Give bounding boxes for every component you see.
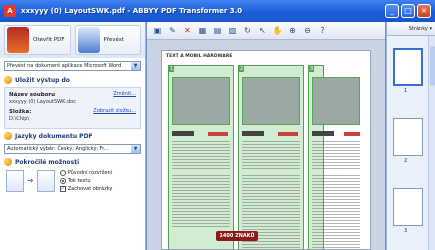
text-block [312,175,360,249]
language-section-header[interactable]: Jazyky dokumentu PDF [0,130,145,142]
option-original-label: Původní rozvržení [67,170,113,176]
convert-label: Převést [103,37,124,43]
open-pdf-button[interactable]: Otevřít PDF [4,25,71,55]
close-button[interactable]: × [417,4,431,18]
image-region[interactable] [172,77,230,125]
change-filename-link[interactable]: Změnit... [113,91,136,97]
image-area-icon[interactable]: ▨ [226,24,239,37]
checkbox-keep-images[interactable]: ✓ [59,186,66,192]
section-bullet-icon [4,76,12,84]
product-name [312,131,334,136]
help-icon[interactable]: ? [316,24,329,37]
text-block [312,141,360,171]
option-keep-images-label: Zachovat obrázky [67,186,113,192]
save-icon[interactable]: ▣ [151,24,164,37]
filename-value: xxxyyy (0) LayoutSWK.doc [9,99,76,105]
maximize-button[interactable]: □ [401,4,415,18]
pages-pane: Stránky ▾ 1 2 3 [386,22,435,250]
title-bar: A xxxyyy (0) LayoutSWK.pdf - ABBYY PDF T… [0,0,435,22]
save-section-box: Název souboru Změnit... xxxyyy (0) Layou… [4,87,141,129]
advanced-options: ➜ Původní rozvržení Tok textu ✓ Zachovat… [0,168,145,194]
save-section-title: Uložit výstup do [15,76,70,84]
option-original-layout[interactable]: Původní rozvržení [59,170,113,176]
pdf-page[interactable]: TEXT A MOBIL HARDWARE 1 2 3 1400 ZNAKŮ [161,50,371,250]
vertical-scrollbar[interactable] [428,36,435,250]
arrow-right-icon: ➜ [27,176,34,185]
advanced-section-header[interactable]: Pokročilé možnosti [0,156,145,168]
pages-menu[interactable]: Stránky ▾ [409,26,432,32]
product-name [242,131,264,136]
folder-value: D:\Chip\ [9,116,30,122]
view-toolbar: ▣ ✎ ✕ ▦ ▤ ▨ ↻ ↖ ✋ ⊕ ⊖ ? [147,22,385,40]
region-number: 1 [169,66,175,72]
select-icon[interactable]: ↖ [256,24,269,37]
zoom-in-icon[interactable]: ⊕ [286,24,299,37]
word-icon [77,27,100,53]
image-region[interactable] [242,77,300,125]
convert-button[interactable]: Převést [74,25,141,55]
price-tag [208,132,228,136]
language-value: Automatický výběr: Český; Anglický; Fr..… [7,146,109,152]
pages-header: Stránky ▾ [387,22,435,36]
option-keep-images[interactable]: ✓ Zachovat obrázky [59,186,113,192]
page-thumbnail-number: 1 [404,88,408,94]
chevron-down-icon[interactable]: ▼ [131,145,140,153]
zoom-out-icon[interactable]: ⊖ [301,24,314,37]
document-output-icon [36,170,55,192]
radio-original-layout[interactable] [59,170,66,176]
scrollbar-thumb[interactable] [430,46,435,86]
hand-icon[interactable]: ✋ [271,24,284,37]
document-view: ▣ ✎ ✕ ▦ ▤ ▨ ↻ ↖ ✋ ⊕ ⊖ ? TEXT A MOBIL HAR… [147,22,385,250]
minimize-button[interactable]: _ [385,4,399,18]
character-count-badge: 1400 ZNAKŮ [216,231,258,241]
text-block [172,175,230,227]
page-thumbnail[interactable] [393,118,423,156]
option-text-flow[interactable]: Tok textu [59,178,113,184]
section-bullet-icon [4,132,12,140]
price-tag [344,132,360,136]
page-thumbnail[interactable] [393,48,423,86]
radio-text-flow[interactable] [59,178,66,184]
product-name [172,131,194,136]
price-tag [278,132,298,136]
task-pane: Otevřít PDF Převést Převést na dokument … [0,22,146,250]
open-pdf-label: Otevřít PDF [33,37,65,43]
page-thumbnail[interactable] [393,188,423,226]
page-header-text: TEXT A MOBIL HARDWARE [166,54,233,59]
table-icon[interactable]: ▦ [196,24,209,37]
edit-icon[interactable]: ✎ [166,24,179,37]
text-block [242,141,300,171]
page-thumbnail-number: 3 [404,228,408,234]
option-text-flow-label: Tok textu [67,178,91,184]
text-block [172,141,230,171]
delete-icon[interactable]: ✕ [181,24,194,37]
language-select[interactable]: Automatický výběr: Český; Anglický; Fr..… [4,144,141,154]
save-section-header[interactable]: Uložit výstup do [0,74,145,86]
language-section-title: Jazyky dokumentu PDF [15,132,93,140]
convert-target-select[interactable]: Převést na dokument aplikace Microsoft W… [4,61,141,71]
app-icon: A [4,5,16,17]
pdf-icon [7,27,29,53]
chevron-down-icon[interactable]: ▼ [131,62,140,70]
text-area-icon[interactable]: ▤ [211,24,224,37]
section-bullet-icon [4,158,12,166]
region-number: 3 [309,66,315,72]
document-preview-icon [6,170,24,192]
filename-label: Název souboru [9,92,56,98]
image-region[interactable] [312,77,360,125]
advanced-section-title: Pokročilé možnosti [15,158,80,166]
rotate-icon[interactable]: ↻ [241,24,254,37]
page-thumbnail-number: 2 [404,158,408,164]
folder-label: Složka: [9,109,32,115]
window-title: xxxyyy (0) LayoutSWK.pdf - ABBYY PDF Tra… [21,7,243,15]
show-folder-link[interactable]: Zobrazit složku... [93,108,136,114]
convert-target-value: Převést na dokument aplikace Microsoft W… [7,63,122,69]
region-number: 2 [239,66,245,72]
